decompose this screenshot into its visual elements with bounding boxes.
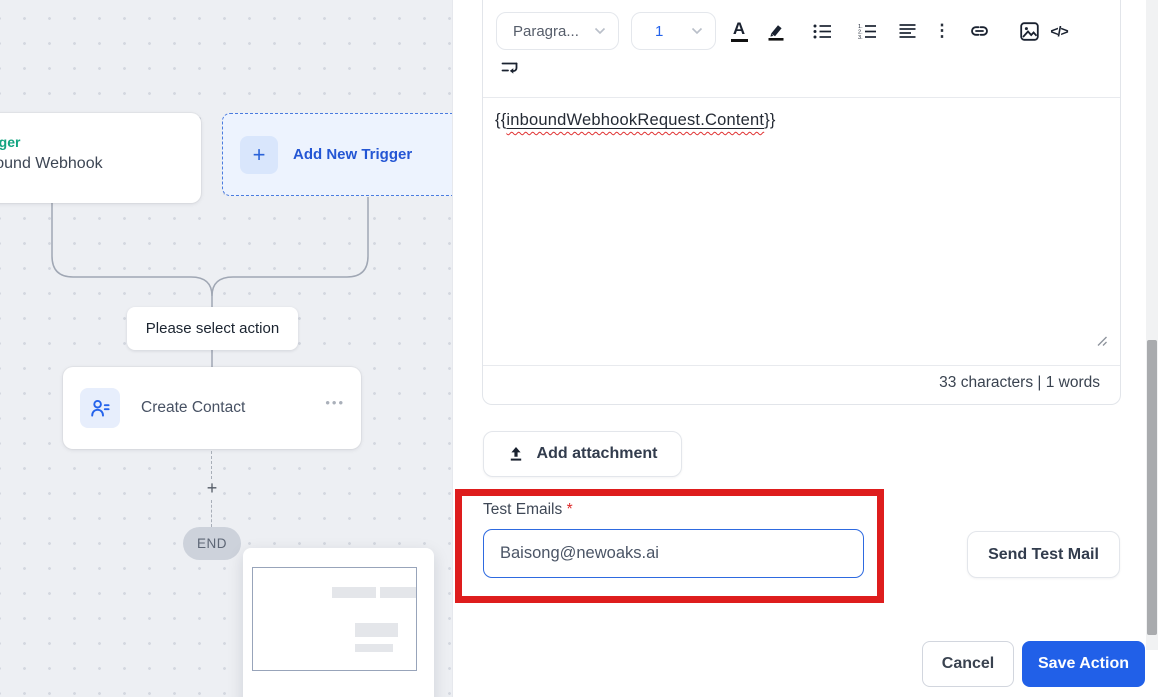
chevron-down-icon (594, 27, 606, 35)
create-contact-node[interactable]: Create Contact ••• (63, 367, 361, 449)
add-action-plus-icon[interactable]: + (202, 478, 222, 499)
add-attachment-label: Add attachment (536, 445, 658, 462)
action-settings-panel: Paragra... 1 A 1. 2. 3. ⋮ </> {{inboundW… (453, 0, 1158, 697)
numbered-list-icon: 1.2.3. (858, 24, 876, 40)
chevron-down-icon (691, 27, 703, 35)
placeholder-bar (355, 644, 393, 652)
insert-link-button[interactable] (963, 15, 995, 47)
placeholder-bar (380, 587, 416, 598)
placeholder-bar (355, 623, 398, 637)
code-view-button[interactable]: </> (1043, 15, 1075, 47)
line-break-button[interactable] (496, 54, 524, 82)
paragraph-format-dropdown[interactable]: Paragra... (496, 12, 619, 50)
image-icon (1019, 21, 1039, 41)
bullet-list-icon (813, 24, 831, 38)
create-contact-label: Create Contact (141, 399, 246, 416)
merge-tag-close-braces: }} (764, 111, 776, 129)
contact-person-icon (90, 399, 110, 417)
numbered-list-button[interactable]: 1. 2. 3. (851, 15, 883, 47)
text-color-icon: A (732, 19, 746, 39)
bullet-list-button[interactable] (806, 15, 838, 47)
test-emails-label: Test Emails * (483, 501, 573, 518)
add-new-trigger-button[interactable]: + Add New Trigger (222, 113, 452, 196)
paragraph-format-value: Paragra... (513, 22, 579, 40)
font-size-dropdown[interactable]: 1 (631, 12, 716, 50)
merge-tag-open-braces: {{ (495, 111, 507, 129)
preview-frame (252, 567, 417, 671)
text-wrap-icon (501, 62, 518, 74)
merge-tag: inboundWebhookRequest.Content (506, 111, 765, 129)
select-action-hint: Please select action (127, 307, 298, 350)
text-align-button[interactable] (891, 15, 923, 47)
test-email-input[interactable] (483, 529, 864, 578)
required-asterisk: * (566, 501, 573, 518)
link-icon (970, 26, 988, 36)
dashed-connector (211, 451, 212, 479)
color-swatch-bar (730, 39, 748, 42)
insert-image-button[interactable] (1013, 15, 1045, 47)
highlighter-icon (768, 24, 784, 41)
trigger-type-label: Trigger (0, 134, 21, 150)
contact-icon-box (80, 388, 120, 428)
highlight-color-button[interactable] (760, 15, 792, 47)
node-options-menu-icon[interactable]: ••• (325, 395, 345, 410)
save-action-button[interactable]: Save Action (1022, 641, 1145, 687)
cancel-button[interactable]: Cancel (922, 641, 1014, 687)
vertical-scrollbar-thumb[interactable] (1147, 340, 1157, 635)
toolbar-divider (483, 97, 1120, 98)
add-attachment-button[interactable]: Add attachment (483, 431, 682, 477)
email-body-content[interactable]: {{inboundWebhookRequest.Content}} (495, 111, 776, 130)
editor-resize-handle[interactable] (1094, 333, 1108, 347)
end-badge: END (183, 527, 241, 560)
svg-text:3.: 3. (858, 35, 863, 40)
plus-icon: + (240, 135, 278, 174)
workflow-canvas[interactable]: Trigger Inbound Webhook + Add New Trigge… (0, 0, 453, 697)
trigger-title: Inbound Webhook (0, 155, 103, 172)
select-action-text: Please select action (145, 320, 280, 337)
send-test-mail-button[interactable]: Send Test Mail (967, 531, 1120, 578)
end-badge-text: END (196, 536, 227, 551)
trigger-node-inbound-webhook[interactable]: Trigger Inbound Webhook (0, 113, 201, 203)
merge-tag-spellcheck: inboundWebhookRequest.Content (506, 111, 764, 129)
character-word-counter: 33 characters | 1 words (939, 374, 1100, 391)
font-size-value: 1 (655, 22, 664, 40)
stats-divider (483, 365, 1120, 366)
vertical-scrollbar-track[interactable] (1146, 0, 1158, 650)
more-options-button[interactable]: ⋮ (926, 15, 958, 47)
rich-text-editor: Paragra... 1 A 1. 2. 3. ⋮ </> {{inboundW… (482, 0, 1121, 405)
align-left-icon (899, 24, 915, 38)
preview-thumbnail-card (243, 548, 434, 697)
placeholder-bar (332, 587, 376, 598)
text-color-button[interactable]: A (723, 15, 755, 47)
upload-icon (510, 447, 521, 461)
dashed-connector (211, 500, 212, 527)
add-new-trigger-label: Add New Trigger (293, 146, 413, 163)
